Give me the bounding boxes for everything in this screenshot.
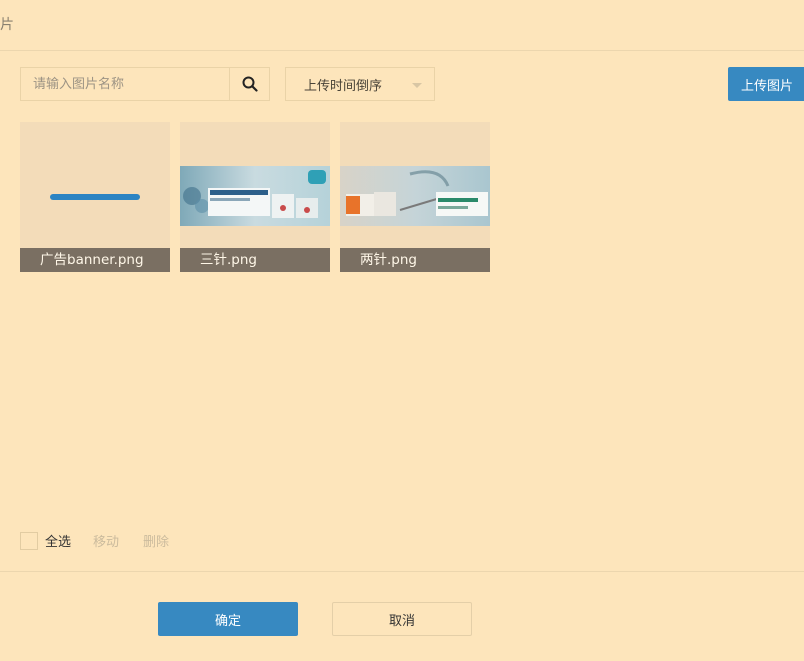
move-button[interactable]: 移动 <box>93 531 119 550</box>
delete-button[interactable]: 删除 <box>143 531 169 550</box>
image-name: 广告banner.png <box>20 248 170 272</box>
upload-image-button[interactable]: 上传图片 <box>728 67 804 101</box>
chevron-down-icon <box>412 83 422 88</box>
image-card[interactable]: 三针.png <box>180 122 330 272</box>
header-divider <box>0 50 804 51</box>
dialog-title: 片 <box>0 17 14 33</box>
footer-divider <box>0 571 804 572</box>
sort-select[interactable]: 上传时间倒序 <box>285 67 435 101</box>
select-all-label[interactable]: 全选 <box>45 531 71 550</box>
image-name: 两针.png <box>340 248 490 272</box>
confirm-button[interactable]: 确定 <box>158 602 298 636</box>
batch-actions: 全选 移动 删除 <box>20 531 193 550</box>
image-thumbnail <box>340 166 490 226</box>
image-card[interactable]: 广告banner.png <box>20 122 170 272</box>
sort-select-value: 上传时间倒序 <box>304 78 383 94</box>
image-name: 三针.png <box>180 248 330 272</box>
image-card[interactable]: 两针.png <box>340 122 490 272</box>
cancel-button[interactable]: 取消 <box>332 602 472 636</box>
banner-thumbnail <box>50 194 140 200</box>
search-button[interactable] <box>229 68 269 100</box>
search-box <box>20 67 270 101</box>
image-thumbnail <box>180 166 330 226</box>
search-icon <box>242 76 258 92</box>
select-all-checkbox[interactable] <box>20 531 38 550</box>
search-input[interactable] <box>21 68 230 100</box>
